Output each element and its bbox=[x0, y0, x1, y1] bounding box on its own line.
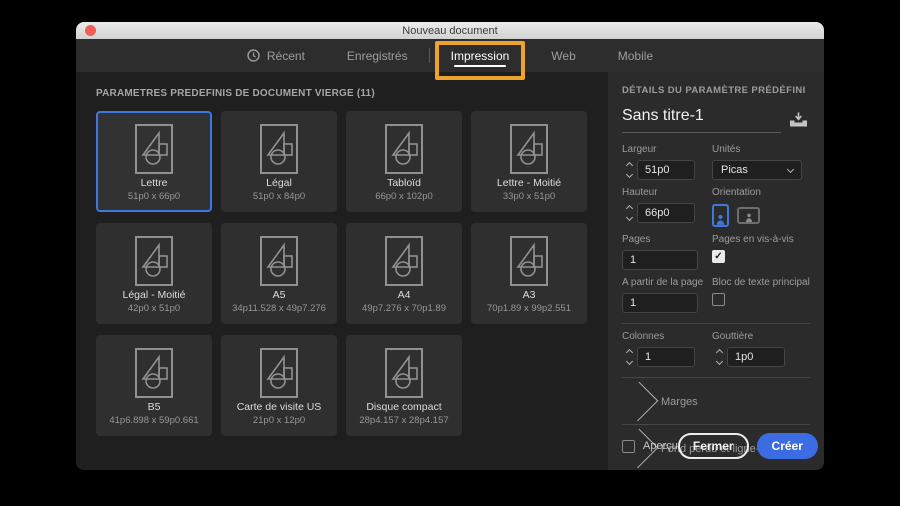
window-title: Nouveau document bbox=[402, 24, 498, 37]
units-label: Unités bbox=[712, 144, 741, 155]
gutter-label: Gouttière bbox=[712, 331, 754, 342]
facing-pages-label: Pages en vis-à-vis bbox=[712, 234, 794, 245]
preset-card-legal[interactable]: Légal 51p0 x 84p0 bbox=[221, 111, 337, 212]
preview-label: Aperçu bbox=[643, 440, 678, 452]
preset-dimensions: 33p0 x 51p0 bbox=[502, 191, 556, 202]
start-page-input[interactable] bbox=[622, 293, 698, 313]
preset-name: A5 bbox=[272, 289, 286, 301]
dialog-content: PARAMETRES PREDEFINIS DE DOCUMENT VIERGE… bbox=[76, 72, 824, 470]
preset-card-a4[interactable]: A4 49p7.276 x 70p1.89 bbox=[346, 223, 462, 324]
preset-name: A4 bbox=[397, 289, 411, 301]
preset-name: Disque compact bbox=[366, 401, 442, 413]
height-label: Hauteur bbox=[622, 187, 658, 198]
blank-document-icon bbox=[260, 348, 298, 398]
close-button[interactable]: Fermer bbox=[677, 433, 749, 459]
preset-dimensions: 28p4.157 x 28p4.157 bbox=[359, 415, 449, 426]
columns-input[interactable] bbox=[637, 347, 695, 367]
primary-text-label: Bloc de texte principal bbox=[712, 277, 810, 288]
height-stepper[interactable] bbox=[622, 204, 637, 222]
preset-card-disque-compact[interactable]: Disque compact 28p4.157 x 28p4.157 bbox=[346, 335, 462, 436]
chevron-right-icon bbox=[618, 381, 659, 422]
preset-card-b5[interactable]: B5 41p6.898 x 59p0.661 bbox=[96, 335, 212, 436]
blank-document-icon bbox=[260, 236, 298, 286]
columns-stepper[interactable] bbox=[622, 348, 637, 366]
width-label: Largeur bbox=[622, 144, 657, 155]
tab-mobile[interactable]: Mobile bbox=[597, 39, 674, 72]
width-stepper[interactable] bbox=[622, 161, 637, 179]
preset-dimensions: 66p0 x 102p0 bbox=[375, 191, 433, 202]
preset-dimensions: 51p0 x 66p0 bbox=[127, 191, 181, 202]
tab-enregistres[interactable]: Enregistrés bbox=[326, 39, 429, 72]
columns-label: Colonnes bbox=[622, 331, 665, 342]
blank-document-icon bbox=[135, 124, 173, 174]
details-header: DÉTAILS DU PARAMÈTRE PRÉDÉFINI bbox=[622, 85, 806, 96]
gutter-stepper[interactable] bbox=[712, 348, 727, 366]
chevron-down-icon bbox=[786, 165, 795, 173]
start-page-label: A partir de la page bbox=[622, 277, 704, 288]
width-input[interactable] bbox=[637, 160, 695, 180]
presets-grid: Lettre 51p0 x 66p0 Légal 51p0 x 84p0 Tab… bbox=[96, 111, 598, 436]
preset-dimensions: 70p1.89 x 99p2.551 bbox=[487, 303, 571, 314]
preset-name: Lettre bbox=[140, 177, 168, 189]
orientation-label: Orientation bbox=[712, 187, 761, 198]
dialog-footer: Aperçu Fermer Créer bbox=[622, 433, 818, 459]
primary-text-checkbox[interactable] bbox=[712, 293, 725, 306]
presets-panel: PARAMETRES PREDEFINIS DE DOCUMENT VIERGE… bbox=[76, 72, 608, 470]
blank-document-icon bbox=[385, 348, 423, 398]
preset-card-legal-moitie[interactable]: Légal - Moitié 42p0 x 51p0 bbox=[96, 223, 212, 324]
blank-document-icon bbox=[135, 348, 173, 398]
preset-dimensions: 51p0 x 84p0 bbox=[252, 191, 306, 202]
units-dropdown[interactable]: Picas bbox=[712, 160, 802, 180]
preset-dimensions: 49p7.276 x 70p1.89 bbox=[362, 303, 446, 314]
create-button[interactable]: Créer bbox=[756, 433, 818, 459]
preset-name: A3 bbox=[522, 289, 536, 301]
presets-header: PARAMETRES PREDEFINIS DE DOCUMENT VIERGE… bbox=[96, 88, 375, 99]
pages-label: Pages bbox=[622, 234, 651, 245]
preview-checkbox[interactable] bbox=[622, 439, 635, 453]
preset-name: Carte de visite US bbox=[236, 401, 322, 413]
gutter-input[interactable] bbox=[727, 347, 785, 367]
preset-name: Légal - Moitié bbox=[122, 289, 186, 301]
preset-card-lettre-moitie[interactable]: Lettre - Moitié 33p0 x 51p0 bbox=[471, 111, 587, 212]
preset-card-tabloid[interactable]: Tabloïd 66p0 x 102p0 bbox=[346, 111, 462, 212]
tab-impression[interactable]: Impression bbox=[430, 39, 531, 80]
document-name-field[interactable]: Sans titre-1 bbox=[622, 107, 781, 133]
blank-document-icon bbox=[385, 236, 423, 286]
preset-card-carte-de-visite-us[interactable]: Carte de visite US 21p0 x 12p0 bbox=[221, 335, 337, 436]
facing-pages-checkbox[interactable]: ✓ bbox=[712, 250, 725, 263]
preset-card-lettre[interactable]: Lettre 51p0 x 66p0 bbox=[96, 111, 212, 212]
blank-document-icon bbox=[135, 236, 173, 286]
blank-document-icon bbox=[510, 124, 548, 174]
orientation-portrait-icon[interactable] bbox=[712, 203, 729, 227]
tab-recent[interactable]: Récent bbox=[226, 39, 326, 72]
blank-document-icon bbox=[385, 124, 423, 174]
pages-input[interactable] bbox=[622, 250, 698, 270]
preset-dimensions: 21p0 x 12p0 bbox=[252, 415, 306, 426]
details-panel: DÉTAILS DU PARAMÈTRE PRÉDÉFINI Sans titr… bbox=[608, 72, 824, 470]
preset-name: Légal bbox=[266, 177, 292, 189]
preset-dimensions: 41p6.898 x 59p0.661 bbox=[109, 415, 199, 426]
margins-section-toggle[interactable]: Marges bbox=[618, 378, 810, 424]
tab-bar: Récent Enregistrés Impression Web Mobile bbox=[76, 39, 824, 80]
tab-web[interactable]: Web bbox=[530, 39, 596, 72]
height-input[interactable] bbox=[637, 203, 695, 223]
preset-name: Lettre - Moitié bbox=[496, 177, 562, 189]
preset-name: Tabloïd bbox=[387, 177, 421, 189]
preset-card-a3[interactable]: A3 70p1.89 x 99p2.551 bbox=[471, 223, 587, 324]
close-window-button[interactable] bbox=[85, 25, 96, 36]
title-bar: Nouveau document bbox=[76, 22, 824, 39]
preset-dimensions: 34p11.528 x 49p7.276 bbox=[232, 303, 326, 314]
blank-document-icon bbox=[510, 236, 548, 286]
new-document-dialog: Nouveau document Récent Enregistrés Impres… bbox=[76, 22, 824, 470]
orientation-landscape-icon[interactable] bbox=[737, 206, 760, 224]
save-preset-icon[interactable] bbox=[789, 112, 808, 127]
preset-card-a5[interactable]: A5 34p11.528 x 49p7.276 bbox=[221, 223, 337, 324]
clock-icon bbox=[247, 49, 260, 62]
preset-dimensions: 42p0 x 51p0 bbox=[127, 303, 181, 314]
impression-highlight-box bbox=[434, 41, 526, 80]
preset-name: B5 bbox=[147, 401, 161, 413]
blank-document-icon bbox=[260, 124, 298, 174]
